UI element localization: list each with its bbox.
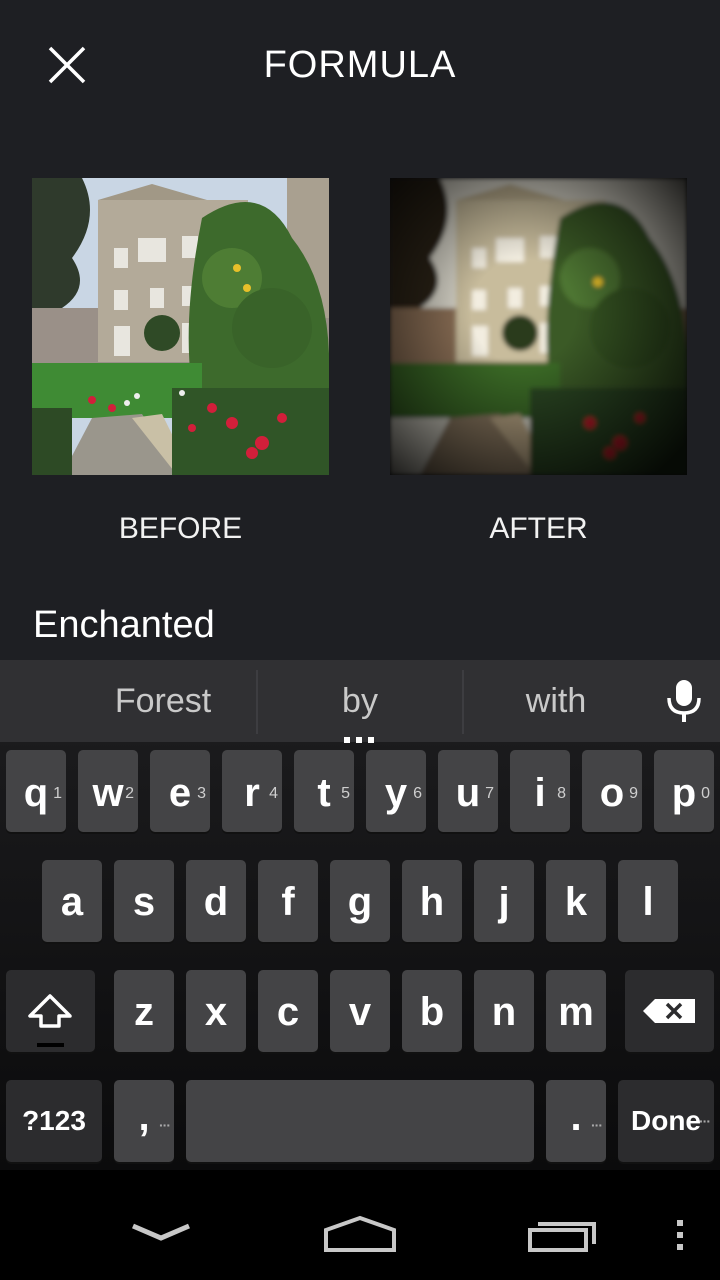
soft-keyboard: Forest by with q1w2e3r4t5y6u7i8o9p0 asdf… [0, 660, 720, 1170]
key-c[interactable]: c [258, 970, 318, 1052]
key-d[interactable]: d [186, 860, 246, 942]
suggestion-bar: Forest by with [0, 660, 720, 743]
page-title: FORMULA [263, 44, 457, 86]
key-hint: 4 [269, 785, 278, 802]
suggestion-item[interactable]: with [480, 682, 632, 721]
navigation-bar [0, 1170, 720, 1280]
key-t[interactable]: t5 [294, 750, 354, 832]
suggestion-divider [256, 670, 258, 734]
backspace-icon [643, 999, 695, 1023]
key-l[interactable]: l [618, 860, 678, 942]
shift-icon [28, 994, 72, 1047]
suggestion-divider [462, 670, 464, 734]
key-hint: 1 [53, 785, 62, 802]
key-f[interactable]: f [258, 860, 318, 942]
comma-key-label: , [138, 1095, 150, 1139]
more-suggestions-indicator [344, 730, 374, 743]
key-a[interactable]: a [42, 860, 102, 942]
key-k[interactable]: k [546, 860, 606, 942]
key-e[interactable]: e3 [150, 750, 210, 832]
long-press-indicator: ··· [591, 1117, 603, 1133]
key-hint: 0 [701, 785, 710, 802]
symbols-key-label: ?123 [22, 1105, 86, 1136]
key-w[interactable]: w2 [78, 750, 138, 832]
key-j[interactable]: j [474, 860, 534, 942]
key-b[interactable]: b [402, 970, 462, 1052]
key-hint: 7 [485, 785, 494, 802]
key-hint: 8 [557, 785, 566, 802]
key-y[interactable]: y6 [366, 750, 426, 832]
mic-icon[interactable] [664, 678, 704, 724]
key-i[interactable]: i8 [510, 750, 570, 832]
comma-key[interactable]: , ··· [114, 1080, 174, 1162]
key-hint: 2 [125, 785, 134, 802]
key-n[interactable]: n [474, 970, 534, 1052]
menu-icon[interactable] [674, 1218, 686, 1252]
before-label: BEFORE [118, 512, 243, 545]
long-press-indicator: ··· [159, 1117, 171, 1133]
key-z[interactable]: z [114, 970, 174, 1052]
key-x[interactable]: x [186, 970, 246, 1052]
key-o[interactable]: o9 [582, 750, 642, 832]
done-key[interactable]: Done ··· [618, 1080, 714, 1162]
after-label: AFTER [489, 512, 588, 545]
symbols-key[interactable]: ?123 [6, 1080, 102, 1162]
backspace-key[interactable] [625, 970, 714, 1052]
before-image [32, 178, 329, 475]
home-icon[interactable] [322, 1214, 398, 1254]
key-hint: 6 [413, 785, 422, 802]
period-key[interactable]: . ··· [546, 1080, 606, 1162]
period-key-label: . [570, 1095, 582, 1139]
after-image [390, 178, 687, 475]
space-key[interactable] [186, 1080, 534, 1162]
key-v[interactable]: v [330, 970, 390, 1052]
shift-key[interactable] [6, 970, 95, 1052]
key-r[interactable]: r4 [222, 750, 282, 832]
key-hint: 5 [341, 785, 350, 802]
formula-name-input[interactable]: Enchanted [33, 604, 215, 647]
key-g[interactable]: g [330, 860, 390, 942]
key-m[interactable]: m [546, 970, 606, 1052]
key-u[interactable]: u7 [438, 750, 498, 832]
recents-icon[interactable] [526, 1216, 598, 1254]
key-h[interactable]: h [402, 860, 462, 942]
back-icon[interactable] [130, 1220, 192, 1246]
key-q[interactable]: q1 [6, 750, 66, 832]
suggestion-item[interactable]: by [285, 682, 435, 721]
done-key-label: Done [631, 1105, 701, 1136]
key-s[interactable]: s [114, 860, 174, 942]
suggestion-item[interactable]: Forest [90, 682, 236, 721]
key-hint: 3 [197, 785, 206, 802]
long-press-indicator: ··· [699, 1113, 711, 1129]
key-p[interactable]: p0 [654, 750, 714, 832]
key-hint: 9 [629, 785, 638, 802]
